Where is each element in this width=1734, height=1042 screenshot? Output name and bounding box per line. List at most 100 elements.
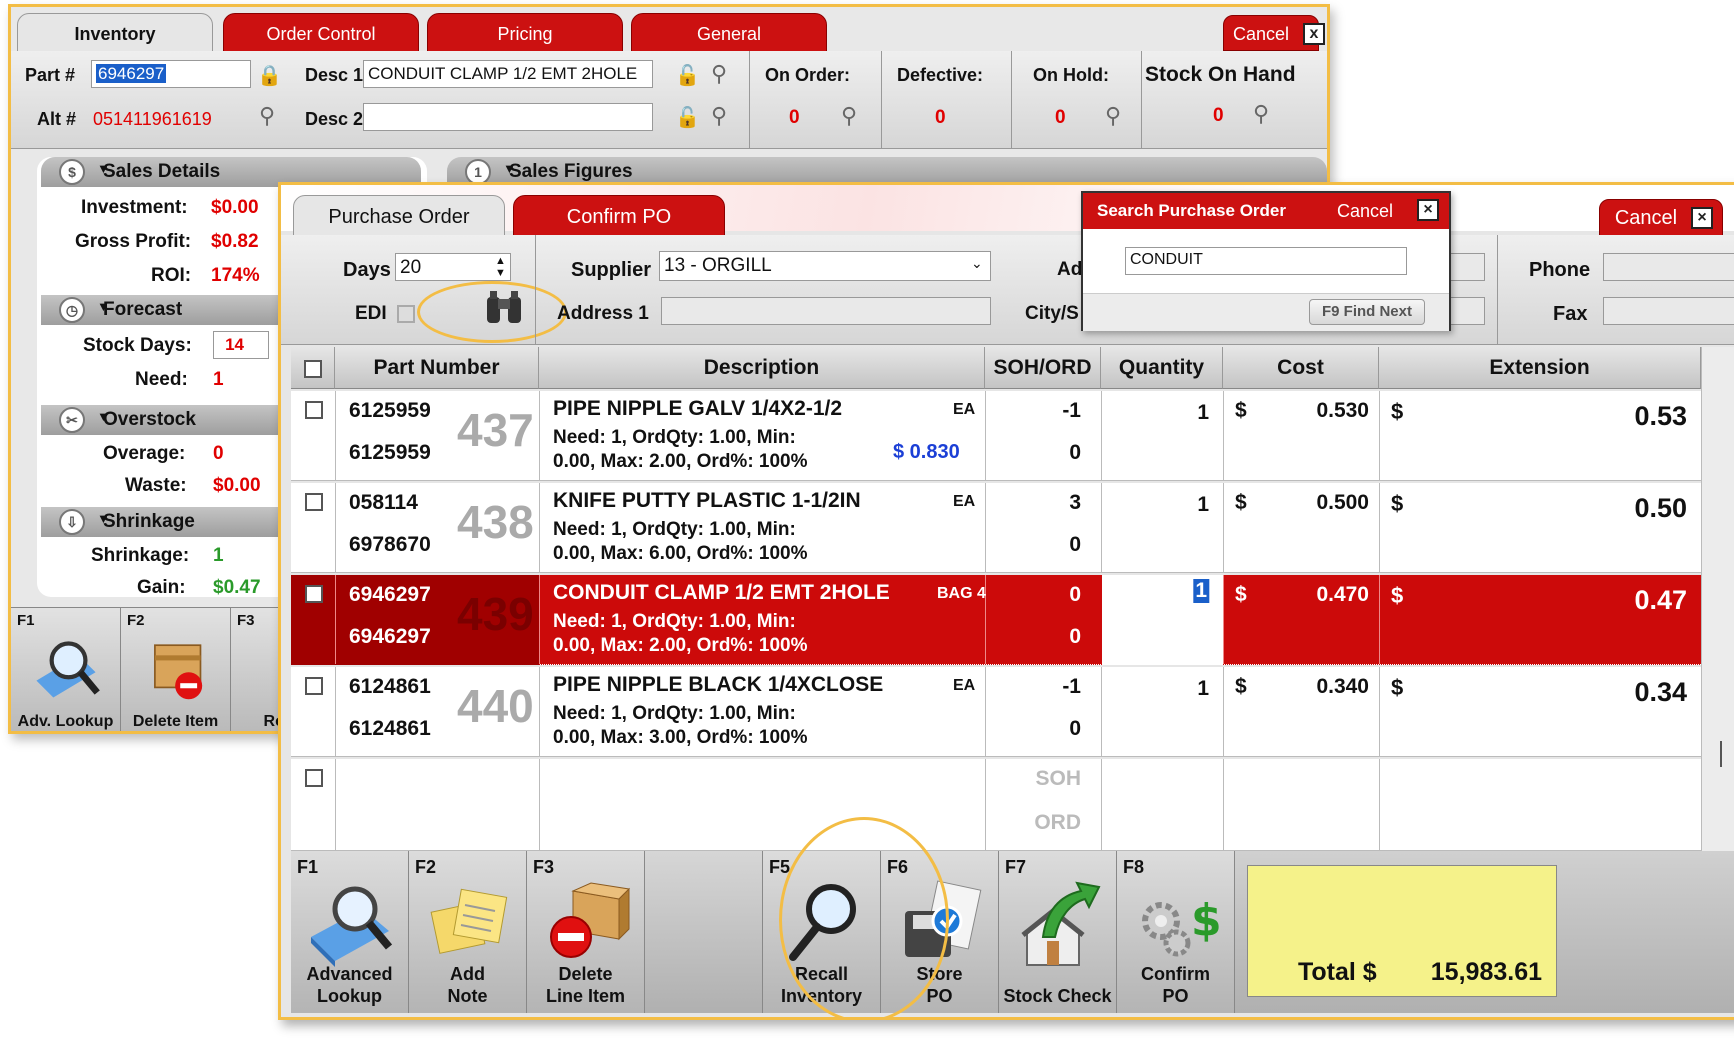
search-po-title: Search Purchase Order	[1097, 201, 1286, 220]
column-part-number[interactable]: Part Number	[335, 347, 539, 389]
on-order-value: 0	[789, 107, 800, 128]
table-row-empty[interactable]: SOH ORD	[291, 759, 1701, 851]
tab-confirm-po[interactable]: Confirm PO	[513, 195, 725, 237]
total-box: Total $ 15,983.61	[1247, 865, 1557, 997]
unit: EA	[953, 677, 976, 694]
row-checkbox[interactable]	[305, 493, 323, 511]
days-input[interactable]: 20	[395, 253, 511, 281]
table-row[interactable]: 058114 6978670 438 KNIFE PUTTY PLASTIC 1…	[291, 483, 1701, 573]
edi-checkbox[interactable]	[397, 305, 415, 323]
ord-value: 0	[1069, 441, 1081, 464]
waste-value: $0.00	[213, 475, 261, 496]
chevron-down-icon[interactable]: ▼	[97, 299, 110, 314]
column-description[interactable]: Description	[539, 347, 985, 389]
stock-days-input[interactable]: 14	[213, 331, 269, 359]
phone-input[interactable]	[1603, 253, 1734, 281]
chevron-down-icon[interactable]: ⌄	[971, 255, 983, 272]
gears-dollar-icon: $	[1141, 895, 1221, 957]
tab-pricing[interactable]: Pricing	[427, 13, 623, 53]
chevron-down-icon[interactable]: ▼	[97, 511, 110, 526]
column-quantity[interactable]: Quantity	[1101, 347, 1223, 389]
extension: 0.50	[1634, 493, 1687, 523]
on-hold-label: On Hold:	[1033, 65, 1109, 85]
fkey-label: F1	[297, 857, 319, 877]
alt-part-number: 6124861	[349, 717, 431, 740]
detail-line-2: 0.00, Max: 3.00, Ord%: 100%	[553, 727, 808, 748]
add-note-button[interactable]: F2 Add Note	[409, 851, 527, 1013]
tab-general[interactable]: General	[631, 13, 827, 53]
delete-item-button[interactable]: F2 Delete Item	[121, 607, 231, 731]
quantity[interactable]: 1	[1197, 677, 1209, 701]
search-icon[interactable]: ⚲	[711, 103, 727, 129]
row-checkbox[interactable]	[305, 677, 323, 695]
desc1-input[interactable]: CONDUIT CLAMP 1/2 EMT 2HOLE	[363, 60, 653, 88]
roi-value: 174%	[211, 265, 260, 286]
stock-check-button[interactable]: F7 Stock Check	[999, 851, 1117, 1013]
tab-order-control[interactable]: Order Control	[223, 13, 419, 53]
currency: $	[1391, 491, 1404, 516]
tab-inventory[interactable]: Inventory	[17, 13, 213, 53]
chevron-down-icon[interactable]: ▼	[97, 161, 110, 176]
fkey-label: F2	[415, 857, 437, 877]
tab-purchase-order[interactable]: Purchase Order	[293, 195, 505, 237]
lock-icon[interactable]: 🔒	[257, 63, 282, 88]
part-number: 6124861	[349, 675, 431, 698]
row-checkbox[interactable]	[305, 401, 323, 419]
close-icon[interactable]: ×	[1417, 199, 1439, 221]
chevron-down-icon[interactable]: ▼	[97, 409, 110, 424]
scrollbar-thumb[interactable]	[1720, 741, 1722, 767]
fkey-text: Confirm PO	[1117, 963, 1234, 1007]
scrollbar[interactable]	[1701, 347, 1734, 851]
part-number-input[interactable]: 6946297	[91, 60, 251, 88]
address1-input[interactable]	[661, 297, 991, 325]
investment-value: $0.00	[211, 197, 259, 218]
fax-input[interactable]	[1603, 297, 1734, 325]
divider	[749, 51, 750, 149]
desc2-input[interactable]	[363, 103, 653, 131]
confirm-po-button[interactable]: F8 $ Confirm PO	[1117, 851, 1235, 1013]
overage-label: Overage:	[103, 443, 186, 464]
waste-label: Waste:	[125, 475, 187, 496]
search-input[interactable]: CONDUIT	[1125, 247, 1407, 275]
stock-on-hand-label: Stock On Hand	[1145, 63, 1296, 86]
quantity[interactable]: 1	[1193, 579, 1209, 603]
close-icon[interactable]: ×	[1691, 207, 1713, 229]
close-icon[interactable]: x	[1303, 23, 1325, 45]
part-number-value: 6946297	[96, 64, 167, 83]
table-row-selected[interactable]: 6946297 6946297 439 CONDUIT CLAMP 1/2 EM…	[291, 575, 1701, 665]
shrinkage-label: Shrinkage:	[91, 545, 190, 566]
description: PIPE NIPPLE BLACK 1/4XCLOSE	[553, 673, 884, 696]
adv-lookup-button[interactable]: F1 Adv. Lookup	[11, 607, 121, 731]
quantity[interactable]: 1	[1197, 401, 1209, 425]
supplier-select[interactable]: 13 - ORGILL	[659, 251, 991, 281]
column-extension[interactable]: Extension	[1379, 347, 1701, 389]
soh-value: 3	[1069, 491, 1081, 514]
search-cancel-button[interactable]: Cancel	[1337, 201, 1393, 222]
row-checkbox[interactable]	[305, 769, 323, 787]
currency: $	[1235, 399, 1247, 422]
column-soh-ord[interactable]: SOH/ORD	[985, 347, 1101, 389]
spinner-icon[interactable]: ▲ ▼	[495, 255, 506, 279]
row-checkbox[interactable]	[305, 585, 323, 603]
find-next-button[interactable]: F9 Find Next	[1309, 299, 1425, 325]
column-cost[interactable]: Cost	[1223, 347, 1379, 389]
chevron-down-icon[interactable]: ▼	[503, 161, 516, 176]
select-all-checkbox[interactable]	[303, 360, 322, 378]
quantity[interactable]: 1	[1197, 493, 1209, 517]
advanced-lookup-button[interactable]: F1 Advanced Lookup	[291, 851, 409, 1013]
search-icon[interactable]: ⚲	[259, 103, 275, 129]
search-icon[interactable]: ⚲	[1105, 103, 1121, 129]
house-arrow-icon	[1020, 881, 1100, 966]
tools-icon: ✂	[59, 407, 85, 433]
city-label: City/S	[1025, 303, 1079, 324]
table-row[interactable]: 6125959 6125959 437 PIPE NIPPLE GALV 1/4…	[291, 391, 1701, 481]
part-label: Part #	[25, 65, 76, 85]
delete-line-item-button[interactable]: F3 Delete Line Item	[527, 851, 645, 1013]
unlock-icon[interactable]: 🔓	[675, 63, 700, 88]
search-icon[interactable]: ⚲	[841, 103, 857, 129]
highlight-ring	[779, 817, 949, 1017]
unlock-icon[interactable]: 🔓	[675, 105, 700, 130]
table-row[interactable]: 6124861 6124861 440 PIPE NIPPLE BLACK 1/…	[291, 667, 1701, 757]
search-icon[interactable]: ⚲	[1253, 101, 1269, 127]
search-icon[interactable]: ⚲	[711, 61, 727, 87]
